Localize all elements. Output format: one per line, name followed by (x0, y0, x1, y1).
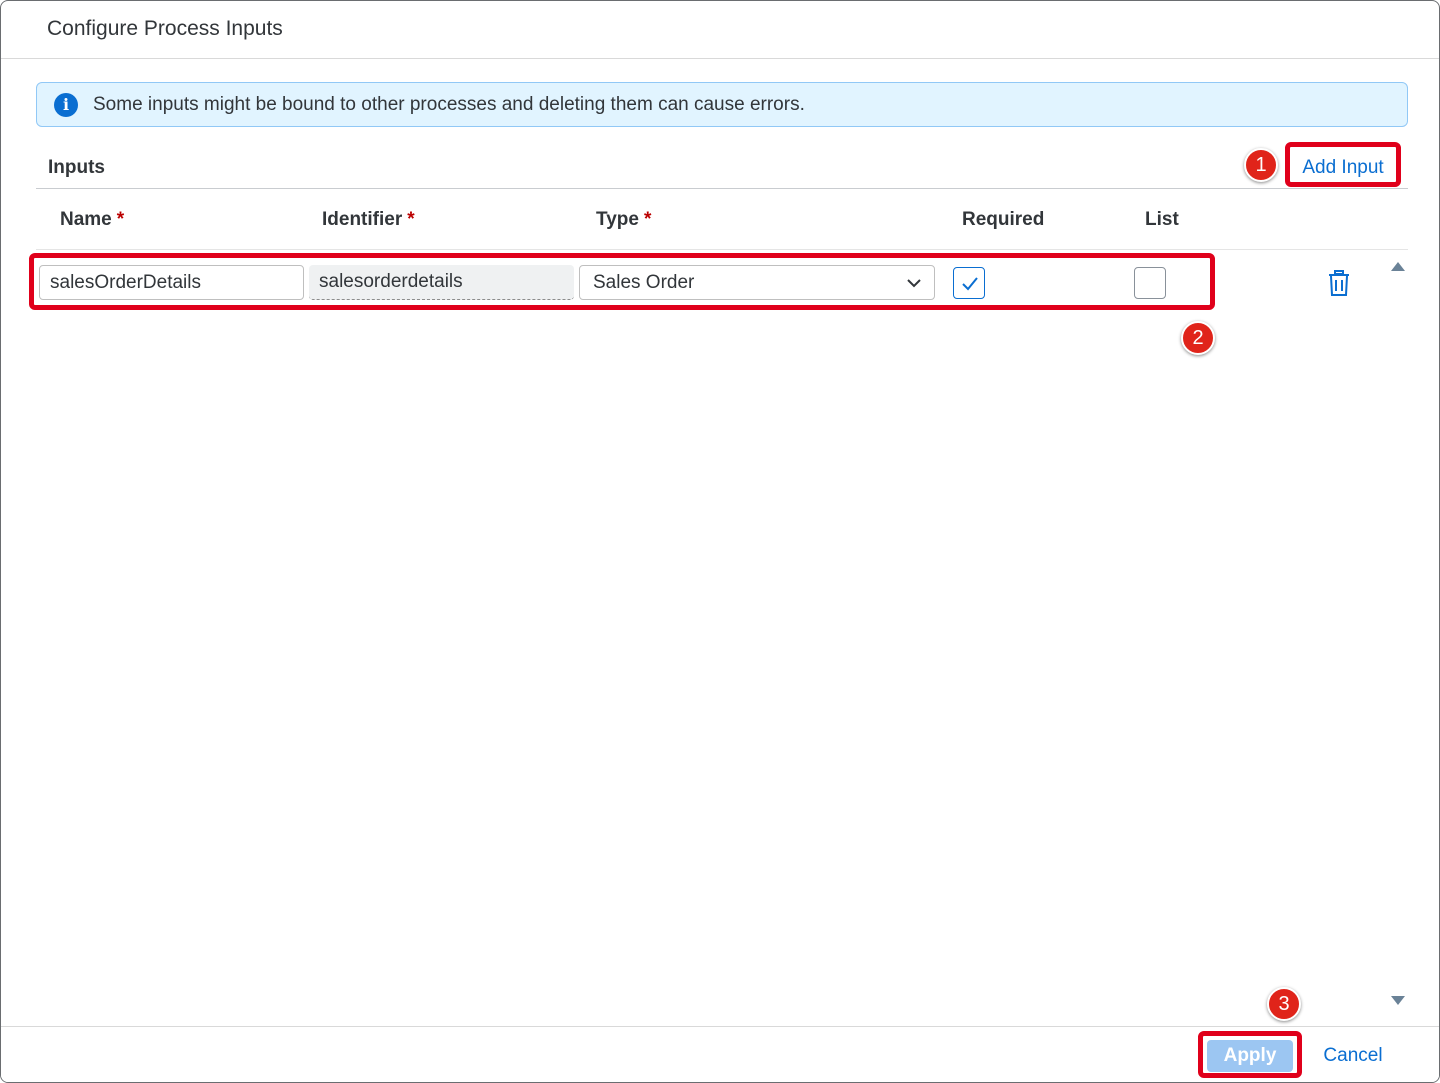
configure-process-inputs-dialog: Configure Process Inputs i Some inputs m… (0, 0, 1440, 1083)
annotation-badge-2: 2 (1181, 321, 1215, 355)
required-marker: * (407, 209, 415, 230)
column-header-required: Required (962, 209, 1045, 230)
identifier-field: salesorderdetails (309, 265, 574, 300)
required-marker: * (116, 209, 125, 230)
trash-icon[interactable] (1328, 270, 1350, 296)
column-header-list: List (1145, 209, 1179, 230)
add-input-button[interactable]: Add Input (1290, 150, 1396, 185)
apply-button[interactable]: Apply (1207, 1040, 1293, 1072)
required-marker: * (643, 209, 652, 230)
info-icon: i (54, 93, 78, 117)
column-header-identifier: Identifier * (322, 209, 415, 230)
column-header-type: Type * (596, 209, 652, 230)
table-row: salesOrderDetails salesorderdetails Sale… (36, 251, 1408, 313)
annotation-badge-1: 1 (1244, 148, 1278, 182)
required-checkbox[interactable] (953, 267, 985, 299)
list-checkbox[interactable] (1134, 267, 1166, 299)
dialog-header: Configure Process Inputs (1, 1, 1439, 59)
dialog-title: Configure Process Inputs (47, 17, 283, 40)
info-message-text: Some inputs might be bound to other proc… (93, 94, 805, 115)
checkmark-icon (962, 277, 978, 291)
column-header-name: Name * (60, 209, 125, 230)
inputs-section-title: Inputs (48, 157, 105, 178)
scroll-up-arrow-icon[interactable] (1389, 259, 1407, 273)
scroll-down-arrow-icon[interactable] (1389, 993, 1407, 1007)
cancel-button[interactable]: Cancel (1311, 1040, 1395, 1072)
type-select[interactable]: Sales Order (579, 265, 935, 300)
chevron-down-icon (907, 279, 921, 288)
type-select-value: Sales Order (593, 272, 695, 293)
name-input[interactable]: salesOrderDetails (39, 265, 304, 300)
annotation-badge-3: 3 (1267, 987, 1301, 1021)
inputs-table-header: Name * Identifier * Type * Required List (36, 188, 1408, 250)
info-message-strip: i Some inputs might be bound to other pr… (36, 82, 1408, 127)
dialog-footer: Apply Cancel (1, 1026, 1439, 1082)
